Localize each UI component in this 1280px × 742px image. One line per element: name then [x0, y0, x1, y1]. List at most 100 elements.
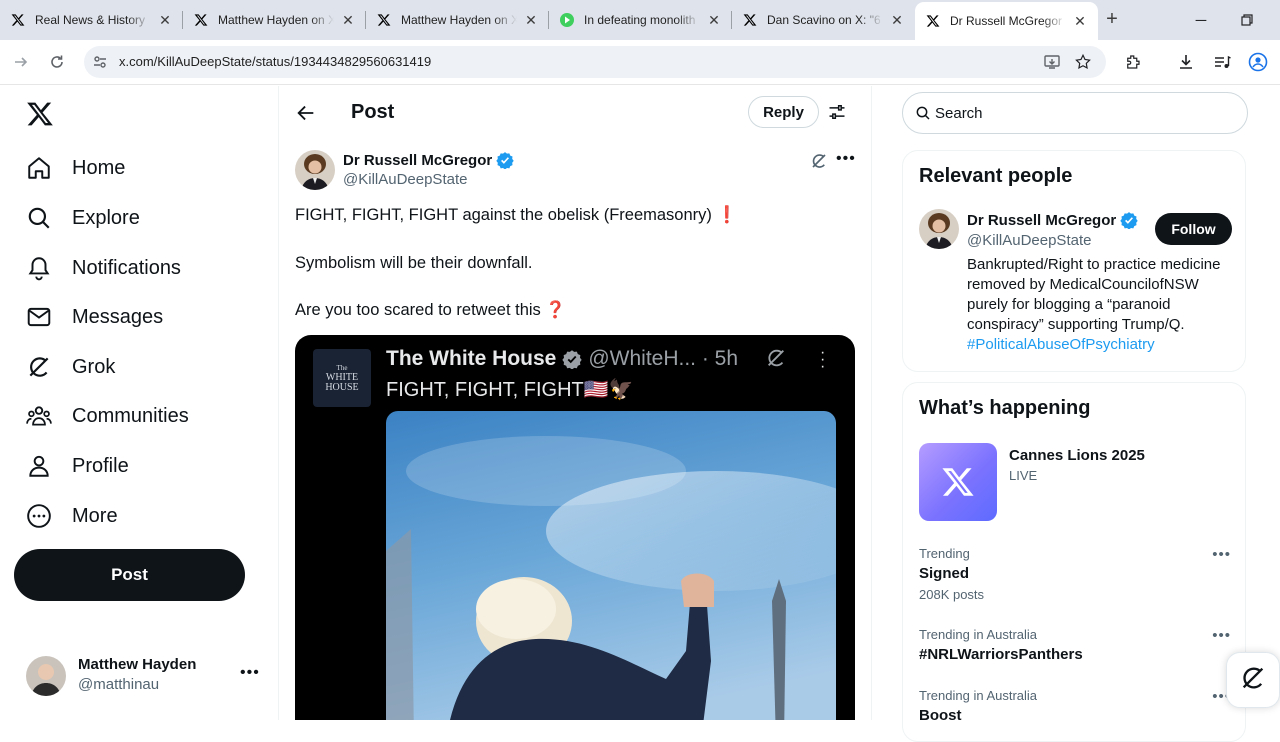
- trend-item[interactable]: Trending in Australia Boost •••: [919, 688, 1239, 724]
- tweet-author-handle[interactable]: @KillAuDeepState: [343, 171, 467, 188]
- install-app-icon[interactable]: [1043, 53, 1061, 71]
- browser-tab[interactable]: Real News & History ✕: [0, 0, 183, 40]
- profile-icon[interactable]: [1246, 50, 1270, 74]
- x-favicon-icon: [925, 13, 941, 29]
- account-name: Matthew Hayden: [78, 656, 197, 673]
- trend-item[interactable]: Trending Signed 208K posts •••: [919, 546, 1239, 602]
- home-icon: [26, 155, 52, 181]
- tab-title: Matthew Hayden on X: [401, 13, 517, 27]
- nav-label: Communities: [72, 404, 189, 427]
- bell-icon: [26, 255, 52, 281]
- nav-item-messages[interactable]: Messages: [26, 297, 163, 337]
- nav-label: Messages: [72, 305, 164, 328]
- sliders-icon[interactable]: [827, 102, 849, 124]
- tweet-author[interactable]: Dr Russell McGregor: [343, 151, 514, 170]
- browser-tab-active[interactable]: Dr Russell McGregor ✕: [915, 2, 1098, 40]
- follow-button[interactable]: Follow: [1155, 213, 1232, 245]
- card-title: What’s happening: [919, 397, 1091, 419]
- relevant-person-name-row[interactable]: Dr Russell McGregor: [967, 211, 1138, 230]
- tweet-text-line: Are you too scared to retweet this ❓: [295, 301, 566, 319]
- more-circle-icon: [26, 503, 52, 529]
- nav-item-communities[interactable]: Communities: [26, 396, 189, 436]
- logo-text: HOUSE: [325, 382, 359, 393]
- grok-icon: [26, 354, 52, 380]
- embedded-text: FIGHT, FIGHT, FIGHT🇺🇸🦅: [386, 379, 634, 401]
- bio-hashtag-link[interactable]: #PoliticalAbuseOfPsychiatry: [967, 336, 1155, 353]
- minimize-icon[interactable]: ─: [1189, 8, 1213, 32]
- nav-item-profile[interactable]: Profile: [26, 446, 129, 486]
- browser-tab-bar: Real News & History ✕ Matthew Hayden on …: [0, 0, 1280, 40]
- nav-item-home[interactable]: Home: [26, 148, 125, 188]
- more-dots-icon[interactable]: •••: [836, 150, 856, 168]
- nav-label: Home: [72, 156, 126, 179]
- relevant-person-avatar[interactable]: [919, 209, 959, 249]
- close-tab-icon[interactable]: ✕: [523, 12, 539, 28]
- people-icon: [26, 403, 52, 429]
- tweet-media[interactable]: The WHITE HOUSE The White House @WhiteH.…: [295, 335, 855, 720]
- more-dots-icon[interactable]: •••: [1212, 546, 1231, 563]
- nav-item-more[interactable]: More: [26, 496, 118, 536]
- trend-title: Signed: [919, 565, 970, 582]
- address-bar[interactable]: x.com/KillAuDeepState/status/19344348295…: [84, 46, 1106, 78]
- bio-text: Bankrupted/Right to practice medicine re…: [967, 256, 1221, 333]
- whats-happening-card: What’s happening Cannes Lions 2025 LIVE …: [902, 382, 1246, 742]
- search-icon: [26, 205, 52, 231]
- event-title[interactable]: Cannes Lions 2025: [1009, 447, 1145, 464]
- download-icon[interactable]: [1174, 50, 1198, 74]
- forward-arrow-icon[interactable]: [9, 50, 33, 74]
- tweet-photo[interactable]: [386, 411, 836, 720]
- nav-label: Explore: [72, 206, 140, 229]
- tweet-text-line: Symbolism will be their downfall.: [295, 254, 533, 272]
- browser-tab[interactable]: Dan Scavino on X: "6 ✕: [732, 0, 915, 40]
- grok-floating-button[interactable]: [1226, 652, 1280, 708]
- close-tab-icon[interactable]: ✕: [889, 12, 905, 28]
- tab-title: In defeating monolith: [584, 13, 700, 27]
- account-handle: @matthinau: [78, 676, 160, 693]
- trend-context: Trending in Australia: [919, 627, 1038, 642]
- tweet-text-line: FIGHT, FIGHT, FIGHT against the obelisk …: [295, 206, 738, 224]
- relevant-person-handle[interactable]: @KillAuDeepState: [967, 232, 1091, 249]
- tweet-author-avatar[interactable]: [295, 150, 335, 190]
- trend-context: Trending: [919, 546, 970, 561]
- close-tab-icon[interactable]: ✕: [706, 12, 722, 28]
- nav-item-explore[interactable]: Explore: [26, 198, 140, 238]
- reply-button[interactable]: Reply: [748, 96, 819, 128]
- restore-icon[interactable]: [1235, 8, 1259, 32]
- browser-tab[interactable]: In defeating monolith ✕: [549, 0, 732, 40]
- new-tab-button[interactable]: +: [1101, 9, 1123, 31]
- envelope-icon: [26, 304, 52, 330]
- back-arrow-icon[interactable]: [295, 102, 317, 124]
- site-info-icon[interactable]: [92, 54, 108, 70]
- trend-item[interactable]: Trending in Australia #NRLWarriorsPanthe…: [919, 627, 1239, 663]
- tab-title: Real News & History: [35, 13, 151, 27]
- close-tab-icon[interactable]: ✕: [1072, 13, 1088, 29]
- browser-tab[interactable]: Matthew Hayden on X ✕: [183, 0, 366, 40]
- relevant-person-name: Dr Russell McGregor: [967, 211, 1117, 229]
- embedded-author: The White House @WhiteH... · 5h: [386, 347, 738, 371]
- grok-icon[interactable]: [810, 152, 830, 172]
- x-logo-icon[interactable]: [26, 100, 54, 128]
- search-input[interactable]: Search: [902, 92, 1248, 134]
- nav-label: Notifications: [72, 256, 181, 279]
- extensions-icon[interactable]: [1121, 50, 1145, 74]
- post-button[interactable]: Post: [14, 549, 245, 601]
- more-dots-icon[interactable]: •••: [1212, 627, 1231, 644]
- relevant-person-bio: Bankrupted/Right to practice medicine re…: [967, 255, 1237, 355]
- nav-label: More: [72, 504, 118, 527]
- nav-label: Grok: [72, 355, 116, 378]
- person-icon: [26, 453, 52, 479]
- reload-icon[interactable]: [45, 50, 69, 74]
- nav-item-grok[interactable]: Grok: [26, 347, 115, 387]
- tab-title: Dan Scavino on X: "6: [767, 13, 883, 27]
- close-tab-icon[interactable]: ✕: [340, 12, 356, 28]
- search-icon: [915, 105, 931, 121]
- more-dots-icon[interactable]: •••: [240, 664, 260, 682]
- nav-item-notifications[interactable]: Notifications: [26, 248, 181, 288]
- bookmark-star-icon[interactable]: [1074, 53, 1092, 71]
- media-controls-icon[interactable]: [1210, 50, 1234, 74]
- verified-badge-icon: [562, 349, 583, 370]
- close-tab-icon[interactable]: ✕: [157, 12, 173, 28]
- event-image[interactable]: [919, 443, 997, 521]
- browser-tab[interactable]: Matthew Hayden on X ✕: [366, 0, 549, 40]
- account-switcher[interactable]: Matthew Hayden @matthinau •••: [26, 656, 266, 696]
